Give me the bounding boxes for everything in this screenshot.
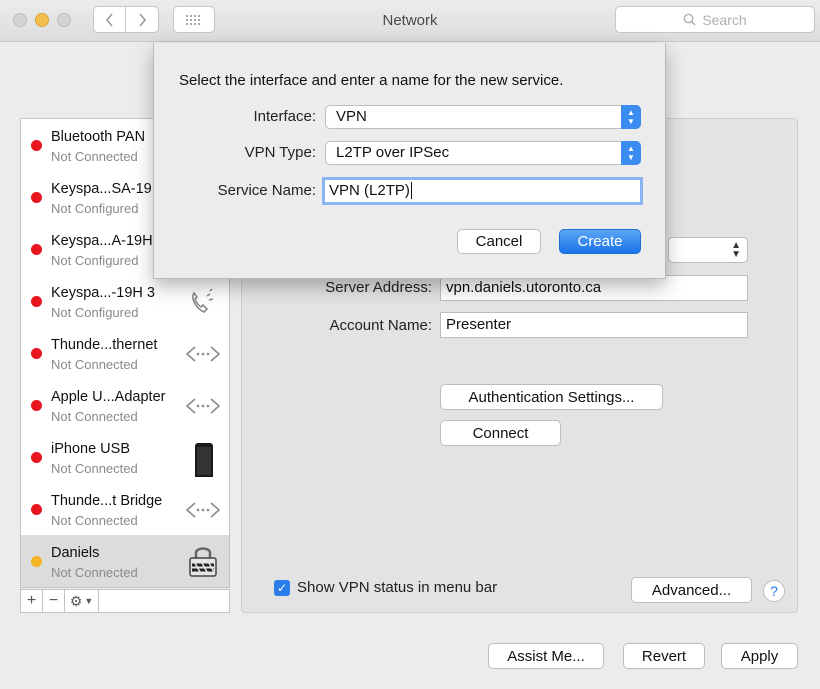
account-name-label: Account Name: [329, 317, 432, 334]
service-name: Apple U...Adapter [51, 389, 166, 405]
authentication-settings-button[interactable]: Authentication Settings... [440, 384, 663, 410]
action-menu-button[interactable]: ⚙ ▼ [65, 590, 99, 612]
connect-button[interactable]: Connect [440, 420, 561, 446]
status-dot [31, 192, 42, 203]
service-name: Bluetooth PAN [51, 129, 146, 145]
revert-button[interactable]: Revert [623, 643, 705, 669]
new-service-sheet: Select the interface and enter a name fo… [153, 43, 666, 279]
status-dot [31, 452, 42, 463]
close-window-button[interactable] [13, 13, 27, 27]
search-icon [683, 13, 696, 26]
vpn-type-value: L2TP over IPSec [336, 144, 450, 161]
service-name-field[interactable]: VPN (L2TP) [322, 177, 643, 205]
status-dot [31, 400, 42, 411]
iphone-icon [195, 443, 213, 477]
service-item[interactable]: Thunde...t Bridge Not Connected [21, 483, 229, 535]
show-vpn-status-label: Show VPN status in menu bar [297, 579, 498, 596]
service-item[interactable]: Keyspa...-19H 3 Not Configured [21, 275, 229, 327]
grid-icon [186, 14, 200, 25]
status-dot [31, 140, 42, 151]
service-name: Thunde...t Bridge [51, 493, 163, 509]
status-dot [31, 348, 42, 359]
checkmark-icon: ✓ [276, 581, 288, 595]
account-name-field[interactable]: Presenter [440, 312, 748, 338]
updown-arrows-icon: ▲ ▼ [731, 240, 741, 260]
service-name: iPhone USB [51, 441, 130, 457]
search-placeholder: Search [702, 11, 747, 28]
ethernet-icon [185, 346, 221, 362]
service-name: Daniels [51, 545, 100, 561]
service-item[interactable]: Apple U...Adapter Not Connected [21, 379, 229, 431]
service-status: Not Connected [51, 149, 138, 164]
status-dot [31, 504, 42, 515]
interface-label: Interface: [253, 108, 316, 125]
sidebar-toolbar: + − ⚙ ▼ [20, 589, 230, 613]
chevron-left-icon [105, 12, 113, 27]
status-dot [31, 556, 42, 567]
configuration-select[interactable]: ▲ ▼ [668, 237, 748, 263]
help-button[interactable]: ? [763, 580, 785, 602]
ethernet-icon [185, 502, 221, 518]
vpn-type-label: VPN Type: [244, 144, 316, 161]
service-status: Not Configured [51, 253, 139, 268]
service-name: Keyspa...SA-19 [51, 181, 152, 197]
chevron-down-icon: ▼ [84, 596, 94, 606]
service-status: Not Connected [51, 357, 138, 372]
service-status: Not Connected [51, 461, 138, 476]
forward-button[interactable] [126, 6, 159, 33]
minimize-window-button[interactable] [35, 13, 49, 27]
phone-icon [192, 288, 214, 313]
status-dot [31, 296, 42, 307]
service-name: Keyspa...-19H 3 [51, 285, 155, 301]
service-status: Not Configured [51, 305, 139, 320]
show-vpn-status-checkbox[interactable]: ✓ [274, 580, 290, 596]
service-item[interactable]: iPhone USB Not Connected [21, 431, 229, 483]
remove-service-button[interactable]: − [43, 590, 65, 612]
text-cursor [410, 182, 412, 199]
interface-value: VPN [336, 108, 367, 125]
status-dot [31, 244, 42, 255]
assist-me-button[interactable]: Assist Me... [488, 643, 604, 669]
create-button[interactable]: Create [559, 229, 641, 254]
add-service-button[interactable]: + [21, 590, 43, 612]
back-button[interactable] [93, 6, 126, 33]
service-name-value: VPN (L2TP) [329, 182, 410, 199]
apply-button[interactable]: Apply [721, 643, 798, 669]
zoom-window-button[interactable] [57, 13, 71, 27]
service-status: Not Connected [51, 513, 138, 528]
vpn-type-popup[interactable]: L2TP over IPSec ▲ ▼ [325, 141, 641, 165]
server-address-label: Server Address: [325, 279, 432, 296]
service-item-selected[interactable]: Daniels Not Connected [21, 535, 229, 587]
search-field[interactable]: Search [615, 6, 815, 33]
service-name: Thunde...thernet [51, 337, 158, 353]
sheet-prompt: Select the interface and enter a name fo… [179, 72, 564, 89]
advanced-button[interactable]: Advanced... [631, 577, 752, 603]
service-status: Not Configured [51, 201, 139, 216]
updown-arrows-icon: ▲ ▼ [621, 141, 641, 165]
interface-popup[interactable]: VPN ▲ ▼ [325, 105, 641, 129]
updown-arrows-icon: ▲ ▼ [621, 105, 641, 129]
service-name: Keyspa...A-19H [51, 233, 153, 249]
service-item[interactable]: Thunde...thernet Not Connected [21, 327, 229, 379]
chevron-right-icon [139, 12, 147, 27]
vpn-lock-icon [189, 547, 217, 577]
ethernet-icon [185, 398, 221, 414]
service-status: Not Connected [51, 565, 138, 580]
title-bar: Network Search [0, 0, 820, 42]
service-status: Not Connected [51, 409, 138, 424]
cancel-button[interactable]: Cancel [457, 229, 541, 254]
show-all-button[interactable] [173, 6, 215, 33]
gear-icon: ⚙ [69, 592, 83, 609]
service-name-label: Service Name: [217, 182, 316, 199]
